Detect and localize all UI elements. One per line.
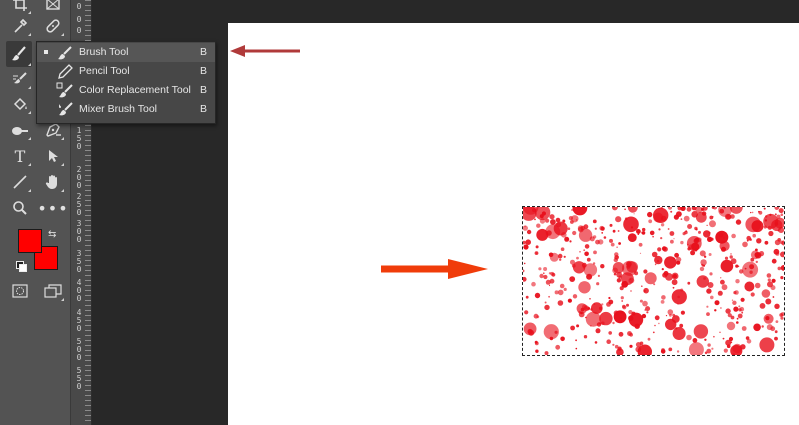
submenu-corner-icon (61, 163, 64, 166)
crop-tool[interactable] (8, 0, 32, 15)
result-arrow-icon (381, 259, 488, 279)
ruler-label: 4 5 0 (76, 308, 82, 333)
menu-item-shortcut: B (200, 103, 208, 115)
brush-icon (12, 46, 26, 61)
stamp-icon (13, 72, 27, 84)
brush-tool[interactable] (6, 41, 32, 67)
screen-mode-button[interactable] (41, 280, 65, 302)
submenu-corner-icon (61, 137, 64, 140)
dodge-tool[interactable] (8, 119, 32, 141)
submenu-corner-icon (61, 298, 64, 301)
frame-tool[interactable] (41, 0, 65, 15)
eyedropper-icon (14, 18, 28, 33)
ruler-label: 0 (76, 2, 82, 11)
dodge-icon (12, 127, 28, 135)
menu-item-label: Brush Tool (79, 46, 129, 58)
frame-icon (46, 0, 60, 10)
submenu-corner-icon (28, 11, 31, 14)
crop-icon (13, 0, 27, 11)
menu-item-mixer-brush-tool[interactable]: Mixer Brush Tool B (37, 100, 215, 119)
arrow-icon (49, 150, 58, 162)
hand-tool[interactable] (41, 171, 65, 193)
menu-item-shortcut: B (200, 84, 208, 96)
splatter-icon (523, 207, 784, 355)
ruler-label: 0 (76, 26, 82, 35)
submenu-corner-icon (28, 111, 31, 114)
clone-stamp-tool[interactable] (8, 68, 32, 90)
type-tool[interactable]: T (8, 145, 32, 167)
submenu-corner-icon (28, 86, 31, 89)
line-tool[interactable] (8, 171, 32, 193)
bandage-icon (46, 19, 60, 33)
ruler-label: 2 0 0 (76, 165, 82, 190)
submenu-corner-icon (61, 33, 64, 36)
paint-splatter-selection[interactable] (522, 206, 785, 356)
quick-mask-icon (12, 284, 28, 298)
ruler-label: 3 0 0 (76, 219, 82, 244)
menu-item-color-replacement-tool[interactable]: Color Replacement Tool B (37, 81, 215, 100)
ruler-label: 3 5 0 (76, 249, 82, 274)
menu-item-label: Mixer Brush Tool (79, 103, 158, 115)
bucket-icon (13, 97, 27, 111)
ellipsis-icon: ••• (37, 198, 69, 218)
menu-item-pencil-tool[interactable]: Pencil Tool B (37, 62, 215, 81)
pointer-arrow-icon (230, 45, 300, 57)
ruler-label: 2 5 0 (76, 192, 82, 217)
type-icon: T (14, 146, 26, 166)
healing-brush-tool[interactable] (41, 15, 65, 37)
submenu-corner-icon (28, 33, 31, 36)
zoom-tool[interactable] (8, 197, 32, 219)
zoom-icon (13, 201, 27, 215)
menu-item-label: Pencil Tool (79, 65, 130, 77)
submenu-corner-icon (28, 163, 31, 166)
menu-item-brush-tool[interactable]: Brush Tool B (37, 43, 215, 62)
foreground-color-swatch[interactable] (18, 229, 42, 253)
menu-item-label: Color Replacement Tool (79, 84, 191, 96)
submenu-corner-icon (28, 137, 31, 140)
ruler-label: 5 0 0 (76, 337, 82, 362)
submenu-corner-icon (61, 189, 64, 192)
pencil-icon (58, 64, 73, 79)
path-selection-tool[interactable] (41, 145, 65, 167)
eyedropper-tool[interactable] (8, 15, 32, 37)
mixer-brush-icon (59, 102, 73, 116)
quick-mask-button[interactable] (8, 280, 32, 302)
hand-icon (45, 175, 57, 189)
menu-item-shortcut: B (200, 65, 208, 77)
screen-mode-icon (44, 284, 62, 298)
submenu-corner-icon (28, 189, 31, 192)
ruler-label: 1 5 0 (76, 126, 82, 151)
ruler-label: 0 (76, 15, 82, 24)
menu-item-shortcut: B (200, 46, 208, 58)
ruler-label: 4 0 0 (76, 278, 82, 303)
color-replacement-icon (56, 82, 73, 98)
brush-tool-flyout-menu: Brush Tool B Pencil Tool B Color Replace… (36, 41, 216, 124)
brush-icon (58, 46, 72, 60)
selected-bullet-icon (44, 50, 48, 54)
more-tools[interactable]: ••• (37, 197, 67, 219)
default-colors-icon[interactable] (16, 261, 27, 272)
submenu-corner-icon (28, 63, 31, 66)
ruler-label: 5 5 0 (76, 366, 82, 391)
line-icon (13, 175, 27, 189)
paint-bucket-tool[interactable] (8, 93, 32, 115)
swap-colors-icon[interactable]: ⇆ (48, 229, 56, 240)
pen-icon (46, 123, 61, 137)
